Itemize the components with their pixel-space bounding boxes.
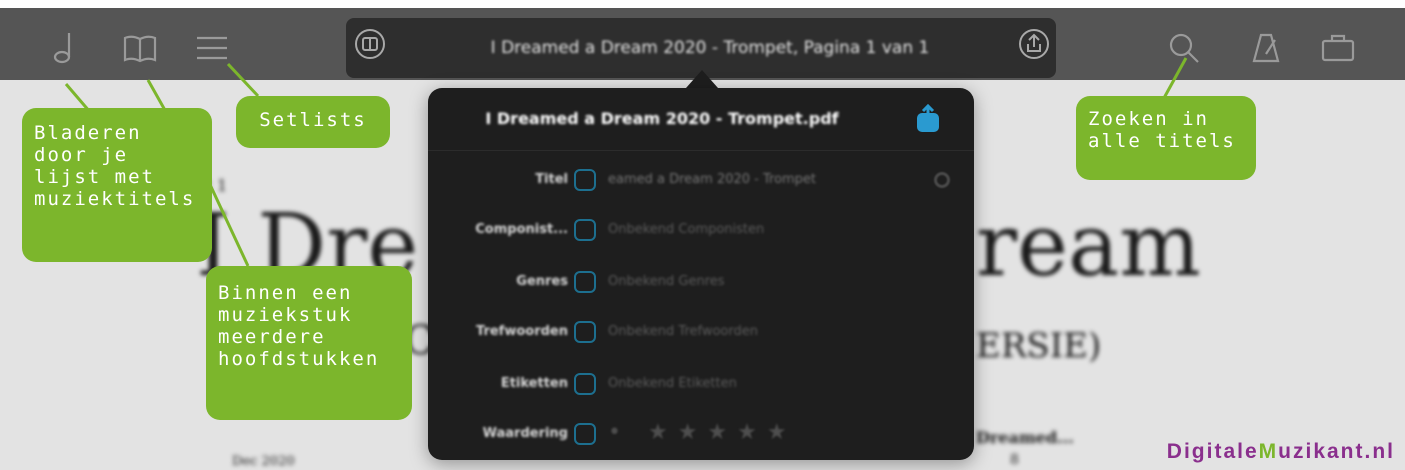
score-footer-left: Dec 2020 (232, 454, 295, 469)
two-page-icon[interactable] (352, 26, 388, 62)
metronome-icon[interactable] (1244, 26, 1288, 70)
callout-bladeren: Bladeren door je lijst met muziektitels (22, 108, 212, 262)
field-checkbox[interactable] (574, 219, 596, 241)
document-title[interactable]: I Dreamed a Dream 2020 - Trompet, Pagina… (420, 30, 1000, 66)
search-icon[interactable] (1162, 26, 1206, 70)
field-checkbox[interactable] (574, 423, 596, 445)
field-row-etiketten[interactable]: Etiketten Onbekend Etiketten (428, 360, 974, 410)
score-footer-mid: Dreamed... (976, 428, 1074, 447)
music-note-icon[interactable] (42, 26, 86, 70)
callout-binnen: Binnen een muziekstuk meerdere hoofdstuk… (206, 266, 412, 420)
field-row-genres[interactable]: Genres Onbekend Genres (428, 258, 974, 308)
popover-header: I Dreamed a Dream 2020 - Trompet.pdf (428, 88, 974, 151)
field-value[interactable]: Onbekend Etiketten (608, 376, 928, 391)
field-value[interactable]: eamed a Dream 2020 - Trompet (608, 172, 928, 187)
field-checkbox[interactable] (574, 321, 596, 343)
popover-filename: I Dreamed a Dream 2020 - Trompet.pdf (485, 109, 839, 128)
field-label: Componist... (475, 222, 568, 237)
menu-icon[interactable] (190, 26, 234, 70)
field-label: Titel (535, 172, 568, 187)
book-icon[interactable] (118, 26, 162, 70)
callout-setlists: Setlists (236, 96, 390, 148)
share-icon[interactable] (1016, 26, 1052, 62)
document-info-popover: I Dreamed a Dream 2020 - Trompet.pdf Tit… (428, 88, 974, 460)
field-checkbox[interactable] (574, 271, 596, 293)
rating-stars[interactable]: • ★★★★★ (608, 420, 797, 445)
field-row-titel[interactable]: Titel eamed a Dream 2020 - Trompet (428, 156, 974, 206)
field-label: Etiketten (500, 376, 568, 391)
field-label: Waardering (482, 426, 568, 441)
briefcase-icon[interactable] (1316, 26, 1360, 70)
score-footer-num: 8 (1010, 452, 1019, 468)
field-checkbox[interactable] (574, 373, 596, 395)
field-value[interactable]: Onbekend Genres (608, 274, 928, 289)
field-checkbox[interactable] (574, 169, 596, 191)
field-value[interactable]: Onbekend Componisten (608, 222, 928, 237)
field-label: Genres (516, 274, 568, 289)
field-value[interactable]: Onbekend Trefwoorden (608, 324, 928, 339)
top-toolbar: I Dreamed a Dream 2020 - Trompet, Pagina… (0, 0, 1405, 80)
score-title-right: ream (976, 196, 1201, 296)
score-subtitle-right: ERSIE) (976, 326, 1102, 366)
field-row-waardering[interactable]: Waardering • ★★★★★ (428, 410, 974, 460)
share-icon[interactable] (914, 103, 942, 134)
popover-arrow (686, 70, 718, 88)
field-label: Trefwoorden (476, 324, 568, 339)
field-row-componist[interactable]: Componist... Onbekend Componisten (428, 206, 974, 256)
callout-zoeken: Zoeken in alle titels (1076, 96, 1256, 180)
brand-watermark: DigitaleMuzikant.nl (1166, 440, 1395, 463)
field-row-trefwoorden[interactable]: Trefwoorden Onbekend Trefwoorden (428, 308, 974, 358)
gear-icon[interactable] (934, 172, 950, 188)
